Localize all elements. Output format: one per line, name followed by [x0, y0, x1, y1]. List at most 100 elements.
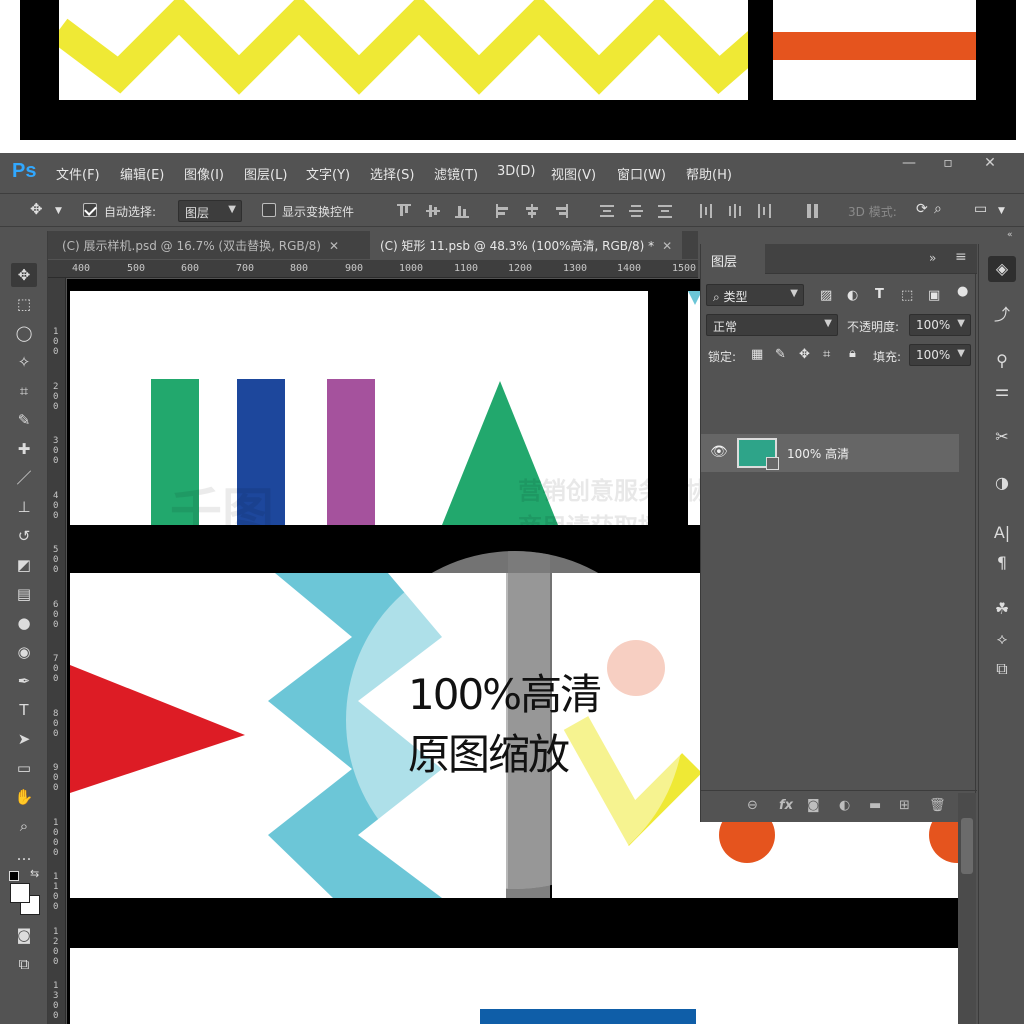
add-mask-icon[interactable]: ◙	[807, 798, 820, 813]
character-panel-icon[interactable]: A|	[988, 520, 1016, 546]
more-tools-icon[interactable]: …	[11, 843, 37, 867]
maximize-button[interactable]: ▫	[933, 155, 963, 171]
menu-help[interactable]: 帮助(H)	[686, 164, 732, 183]
tools-presets-icon[interactable]: ✂	[988, 424, 1016, 450]
distribute-left-icon[interactable]	[699, 204, 713, 218]
close-window-button[interactable]: ✕	[975, 155, 1005, 171]
hand-tool-icon[interactable]: ✋	[11, 785, 37, 809]
magic-wand-tool-icon[interactable]: ✧	[11, 350, 37, 374]
menu-filter[interactable]: 滤镜(T)	[434, 164, 478, 183]
smart-object-filter-icon[interactable]: ▣	[928, 288, 940, 303]
distribute-top-icon[interactable]	[600, 204, 614, 218]
auto-select-target-select[interactable]: 图层 ▼	[178, 200, 242, 222]
minimize-button[interactable]: —	[894, 155, 924, 171]
rectangle-tool-icon[interactable]: ▭	[11, 756, 37, 780]
zoom-tool-icon[interactable]: ⌕	[11, 814, 37, 838]
menu-file[interactable]: 文件(F)	[56, 164, 100, 183]
layer-filter-select[interactable]: ⌕ 类型 ▼	[706, 284, 804, 306]
tool-preset-chevron-icon[interactable]: ▼	[55, 206, 62, 216]
layer-item[interactable]: 👁︎ 100% 高清	[701, 434, 959, 472]
clone-stamp-tool-icon[interactable]: ⊥	[11, 495, 37, 519]
properties-panel-icon[interactable]: ◑	[988, 470, 1016, 496]
adjustment-layer-icon[interactable]: ◐	[839, 798, 850, 813]
show-transform-checkbox[interactable]	[262, 203, 276, 217]
menu-select[interactable]: 选择(S)	[370, 164, 414, 183]
paths-panel-icon[interactable]: ⟡	[988, 626, 1016, 652]
tab-rectangle-11[interactable]: (C) 矩形 11.psb @ 48.3% (100%高清, RGB/8) * ✕	[370, 231, 683, 259]
panel-expand-icon[interactable]: »	[929, 251, 936, 265]
panel-menu-icon[interactable]: ≡	[955, 249, 967, 265]
history-brush-tool-icon[interactable]: ↺	[11, 524, 37, 548]
foreground-color-swatch[interactable]	[10, 883, 30, 903]
blend-mode-select[interactable]: 正常 ▼	[706, 314, 838, 336]
eyedropper-tool-icon[interactable]: ✎	[11, 408, 37, 432]
pixel-filter-icon[interactable]: ▨	[820, 288, 832, 303]
distribute-right-icon[interactable]	[757, 204, 771, 218]
pen-tool-icon[interactable]: ✒	[11, 669, 37, 693]
menu-type[interactable]: 文字(Y)	[306, 164, 350, 183]
menu-3d[interactable]: 3D(D)	[497, 164, 535, 179]
quick-mask-icon[interactable]: ◙	[11, 923, 37, 947]
fx-icon[interactable]: fx	[779, 798, 793, 813]
distribute-hcenter-icon[interactable]	[728, 204, 742, 218]
scrollbar-thumb[interactable]	[961, 818, 973, 874]
adjust-panel-icon[interactable]: ⚌	[988, 378, 1016, 404]
align-vcenter-icon[interactable]	[426, 204, 440, 218]
lock-artboard-icon[interactable]: ⌗	[823, 347, 830, 362]
new-layer-icon[interactable]: ⊞	[899, 798, 910, 813]
brush-panel-icon[interactable]: ⚲	[988, 348, 1016, 374]
channels-panel-icon[interactable]: ☘	[988, 596, 1016, 622]
filter-toggle-icon[interactable]: ●	[957, 284, 968, 299]
align-right-icon[interactable]	[554, 204, 568, 218]
eraser-tool-icon[interactable]: ◩	[11, 553, 37, 577]
3d-rotate-icon[interactable]: ⟳	[916, 201, 928, 217]
lock-paint-icon[interactable]: ✎	[775, 347, 786, 362]
dock-collapse-icon[interactable]: «	[1007, 230, 1013, 240]
align-bottom-icon[interactable]	[455, 204, 469, 218]
lock-transparent-icon[interactable]: ▦	[751, 347, 763, 362]
history-panel-icon[interactable]: ⤴	[988, 302, 1016, 328]
lock-position-icon[interactable]: ✥	[799, 347, 810, 362]
brush-tool-icon[interactable]: ／	[11, 466, 37, 490]
delete-layer-icon[interactable]: 🗑︎	[929, 798, 946, 813]
search-icon[interactable]: ⌕	[934, 201, 942, 217]
tab-layers[interactable]: 图层	[701, 244, 765, 274]
type-filter-icon[interactable]: T	[875, 287, 884, 302]
close-icon[interactable]: ✕	[662, 239, 672, 253]
menu-window[interactable]: 窗口(W)	[617, 164, 666, 183]
menu-view[interactable]: 视图(V)	[551, 164, 596, 183]
gradient-tool-icon[interactable]: ▤	[11, 582, 37, 606]
workspace-chevron-icon[interactable]: ▼	[998, 206, 1005, 216]
fill-input[interactable]: 100% ▼	[909, 344, 971, 366]
tab-showcase-mockup[interactable]: (C) 展示样机.psd @ 16.7% (双击替换, RGB/8) ✕	[52, 231, 349, 259]
link-layers-icon[interactable]: ⊖	[747, 798, 758, 813]
visibility-eye-icon[interactable]: 👁︎	[710, 444, 728, 460]
align-top-icon[interactable]	[397, 204, 411, 218]
crop-tool-icon[interactable]: ⌗	[11, 379, 37, 403]
healing-brush-tool-icon[interactable]: ✚	[11, 437, 37, 461]
path-selection-tool-icon[interactable]: ➤	[11, 727, 37, 751]
vertical-scrollbar[interactable]	[958, 793, 976, 1024]
close-icon[interactable]: ✕	[329, 239, 339, 253]
workspace-icon[interactable]: ▭	[974, 201, 987, 217]
opacity-input[interactable]: 100% ▼	[909, 314, 971, 336]
align-hcenter-icon[interactable]	[525, 204, 539, 218]
menu-layer[interactable]: 图层(L)	[244, 164, 287, 183]
new-group-icon[interactable]: ▬	[869, 798, 881, 813]
move-tool-icon[interactable]: ✥	[30, 200, 43, 218]
shape-filter-icon[interactable]: ⬚	[901, 288, 913, 303]
lock-all-icon[interactable]: 🔒︎	[849, 346, 856, 361]
screen-mode-icon[interactable]: ⧉	[11, 952, 37, 976]
paragraph-panel-icon[interactable]: ¶	[988, 550, 1016, 576]
dodge-tool-icon[interactable]: ◉	[11, 640, 37, 664]
distribute-bottom-icon[interactable]	[658, 204, 672, 218]
move-tool-icon[interactable]: ✥	[11, 263, 37, 287]
libraries-panel-icon[interactable]: ⧉	[988, 656, 1016, 682]
swap-colors-icon[interactable]: ⇆	[30, 867, 39, 880]
lasso-tool-icon[interactable]: ◯	[11, 321, 37, 345]
blur-tool-icon[interactable]: ●	[11, 611, 37, 635]
adjustment-filter-icon[interactable]: ◐	[847, 288, 858, 303]
auto-align-icon[interactable]	[806, 204, 820, 218]
menu-edit[interactable]: 编辑(E)	[120, 164, 164, 183]
distribute-vcenter-icon[interactable]	[629, 204, 643, 218]
